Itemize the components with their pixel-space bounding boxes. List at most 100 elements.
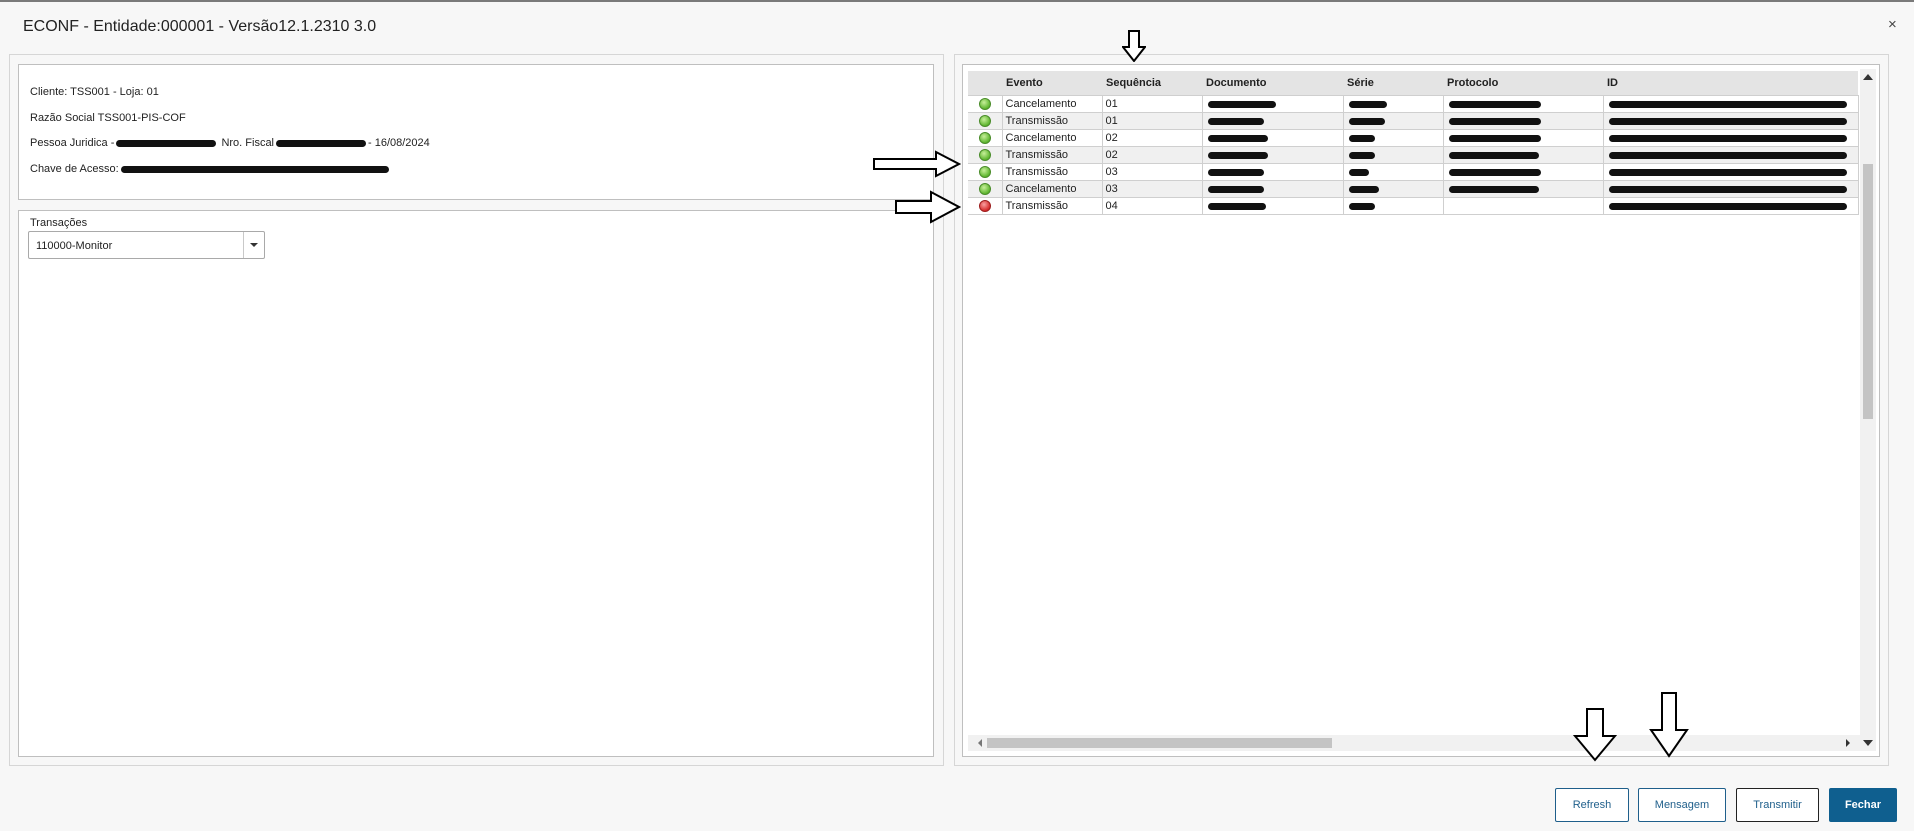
transmitir-button[interactable]: Transmitir bbox=[1736, 788, 1819, 822]
redacted-id bbox=[1608, 185, 1847, 193]
status-ok-icon bbox=[978, 132, 991, 145]
monitor-grid: Evento Sequência Documento Série Protoco… bbox=[968, 71, 1859, 215]
redacted-serie bbox=[1348, 134, 1375, 142]
redacted-nro-fiscal bbox=[276, 139, 366, 147]
transacoes-label: Transações bbox=[30, 217, 88, 229]
down-arrow-icon bbox=[1122, 30, 1146, 62]
column-header-protocolo[interactable]: Protocolo bbox=[1443, 71, 1603, 96]
evento-cell: Cancelamento bbox=[1001, 95, 1103, 113]
chevron-down-icon[interactable] bbox=[243, 232, 264, 258]
redacted-id bbox=[1608, 168, 1847, 176]
evento-cell: Transmissão bbox=[1001, 163, 1103, 181]
redacted-id bbox=[1608, 100, 1847, 108]
redacted-protocolo bbox=[1448, 168, 1541, 176]
right-arrow-icon bbox=[895, 190, 961, 224]
column-header-status[interactable] bbox=[968, 71, 1002, 96]
sequencia-cell: 02 bbox=[1101, 129, 1203, 147]
close-icon[interactable]: × bbox=[1888, 16, 1897, 33]
chave-acesso-label: Chave de Acesso: bbox=[30, 163, 119, 175]
table-row[interactable]: Cancelamento 03 bbox=[968, 180, 1859, 198]
redacted-protocolo bbox=[1448, 100, 1541, 108]
column-header-id[interactable]: ID bbox=[1603, 71, 1858, 96]
status-ok-icon bbox=[978, 149, 991, 162]
redacted-protocolo bbox=[1448, 151, 1539, 159]
redacted-documento bbox=[1207, 117, 1264, 125]
redacted-protocolo bbox=[1448, 134, 1541, 142]
fechar-button[interactable]: Fechar bbox=[1829, 788, 1897, 822]
evento-cell: Transmissão bbox=[1001, 112, 1103, 130]
transacoes-selected-value: 110000-Monitor bbox=[36, 240, 113, 252]
sequencia-cell: 02 bbox=[1101, 146, 1203, 164]
redacted-id bbox=[1608, 151, 1847, 159]
pessoa-juridica-label: Pessoa Juridica - bbox=[30, 137, 115, 149]
redacted-chave bbox=[120, 165, 389, 173]
grid-header-row: Evento Sequência Documento Série Protoco… bbox=[968, 71, 1858, 96]
redacted-documento bbox=[1207, 100, 1276, 108]
redacted-documento bbox=[1207, 168, 1264, 176]
column-header-serie[interactable]: Série bbox=[1343, 71, 1443, 96]
down-arrow-icon bbox=[1649, 692, 1689, 758]
table-row[interactable]: Transmissão 01 bbox=[968, 112, 1859, 130]
table-row[interactable]: Transmissão 02 bbox=[968, 146, 1859, 164]
column-header-documento[interactable]: Documento bbox=[1202, 71, 1343, 96]
redacted-documento bbox=[1207, 134, 1268, 142]
right-arrow-icon bbox=[873, 150, 961, 178]
redacted-serie bbox=[1348, 117, 1385, 125]
scroll-down-icon[interactable] bbox=[1863, 740, 1873, 746]
redacted-protocolo bbox=[1448, 185, 1539, 193]
info-box bbox=[18, 64, 934, 200]
evento-cell: Transmissão bbox=[1001, 146, 1103, 164]
mensagem-button[interactable]: Mensagem bbox=[1638, 788, 1726, 822]
vertical-scroll-thumb[interactable] bbox=[1863, 164, 1873, 419]
down-arrow-icon bbox=[1573, 708, 1617, 762]
vertical-scrollbar[interactable] bbox=[1860, 69, 1876, 751]
redacted-documento bbox=[1207, 202, 1266, 210]
redacted-serie bbox=[1348, 168, 1369, 176]
redacted-id bbox=[1608, 202, 1847, 210]
sequencia-cell: 04 bbox=[1101, 197, 1203, 215]
horizontal-scroll-thumb[interactable] bbox=[987, 738, 1332, 748]
status-ok-icon bbox=[978, 166, 991, 179]
table-row[interactable]: Transmissão 04 bbox=[968, 197, 1859, 215]
redacted-serie bbox=[1348, 185, 1379, 193]
redacted-documento bbox=[1207, 185, 1264, 193]
sequencia-cell: 01 bbox=[1101, 95, 1203, 113]
redacted-cnpj bbox=[116, 139, 217, 147]
date-value: - 16/08/2024 bbox=[368, 137, 430, 149]
column-header-evento[interactable]: Evento bbox=[1002, 71, 1102, 96]
horizontal-scrollbar[interactable] bbox=[968, 735, 1860, 751]
redacted-protocolo bbox=[1448, 117, 1541, 125]
redacted-serie bbox=[1348, 151, 1375, 159]
scroll-up-icon[interactable] bbox=[1863, 74, 1873, 80]
transacoes-select[interactable]: 110000-Monitor bbox=[28, 231, 265, 259]
dialog-title: ECONF - Entidade:000001 - Versão12.1.231… bbox=[23, 18, 377, 35]
column-header-sequencia[interactable]: Sequência bbox=[1102, 71, 1202, 96]
chave-acesso-line: Chave de Acesso: bbox=[30, 163, 391, 175]
status-ok-icon bbox=[978, 183, 991, 196]
sequencia-cell: 03 bbox=[1101, 163, 1203, 181]
scroll-left-icon[interactable] bbox=[978, 739, 982, 747]
nro-fiscal-label: Nro. Fiscal bbox=[221, 137, 274, 149]
redacted-id bbox=[1608, 117, 1847, 125]
evento-cell: Cancelamento bbox=[1001, 180, 1103, 198]
evento-cell: Transmissão bbox=[1001, 197, 1103, 215]
redacted-id bbox=[1608, 134, 1847, 142]
pessoa-juridica-line: Pessoa Juridica - Nro. Fiscal - 16/08/202… bbox=[30, 137, 430, 149]
razao-social-line: Razão Social TSS001-PIS-COF bbox=[30, 112, 186, 124]
table-row[interactable]: Cancelamento 02 bbox=[968, 129, 1859, 147]
status-ok-icon bbox=[978, 98, 991, 111]
status-ok-icon bbox=[978, 115, 991, 128]
transacoes-box bbox=[18, 210, 934, 757]
scroll-right-icon[interactable] bbox=[1846, 739, 1850, 747]
status-error-icon bbox=[978, 200, 991, 213]
redacted-serie bbox=[1348, 202, 1375, 210]
table-row[interactable]: Transmissão 03 bbox=[968, 163, 1859, 181]
sequencia-cell: 03 bbox=[1101, 180, 1203, 198]
sequencia-cell: 01 bbox=[1101, 112, 1203, 130]
redacted-documento bbox=[1207, 151, 1268, 159]
cliente-line: Cliente: TSS001 - Loja: 01 bbox=[30, 86, 159, 98]
refresh-button[interactable]: Refresh bbox=[1555, 788, 1629, 822]
redacted-serie bbox=[1348, 100, 1387, 108]
table-row[interactable]: Cancelamento 01 bbox=[968, 95, 1859, 113]
evento-cell: Cancelamento bbox=[1001, 129, 1103, 147]
